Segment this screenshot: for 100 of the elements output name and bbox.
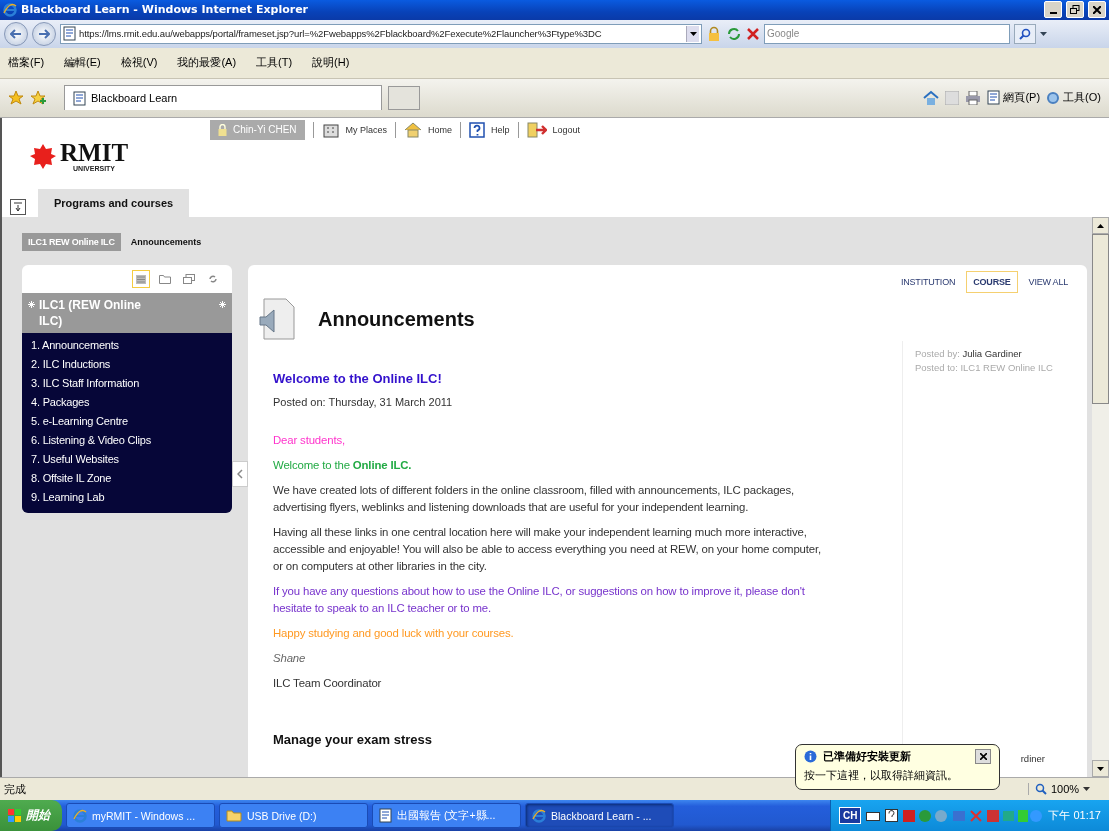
posted-by: rdiner	[1020, 753, 1045, 765]
menu-item[interactable]: 工具(T)	[256, 55, 293, 71]
home-icon[interactable]	[923, 89, 940, 106]
help-icon	[469, 121, 486, 138]
menu-item[interactable]: 我的最愛(A)	[177, 55, 237, 71]
back-arrow-icon	[10, 28, 22, 39]
minimize-icon	[1049, 11, 1057, 14]
post-paragraph: ILC Team Coordinator	[273, 676, 383, 692]
signature: Shane	[273, 651, 307, 667]
post-title[interactable]: Manage your exam stress	[273, 732, 882, 748]
post-paragraph: Welcome to the Online ILC.	[273, 458, 413, 474]
caret-icon	[1083, 787, 1091, 792]
collapse-handle[interactable]	[232, 461, 248, 488]
page-icon	[73, 90, 86, 106]
lock-icon	[706, 25, 722, 42]
nav-link[interactable]: Help	[460, 121, 510, 138]
course-menu-item[interactable]: 9. Learning Lab	[22, 488, 232, 508]
nav-link[interactable]: Logout	[517, 121, 581, 138]
clock: 下午 01:17	[1048, 808, 1101, 823]
taskbar-button[interactable]: myRMIT - Windows ...	[66, 803, 215, 828]
search-button[interactable]	[1014, 23, 1036, 44]
menu-item[interactable]: 檢視(V)	[120, 55, 158, 71]
zoom-control[interactable]: 100%	[1028, 783, 1105, 796]
refresh-icon[interactable]	[726, 25, 742, 42]
course-menu-item[interactable]: 2. ILC Inductions	[22, 355, 232, 375]
restore-icon	[1070, 5, 1080, 15]
back-button[interactable]	[4, 21, 28, 46]
nav-link[interactable]: My Places	[312, 121, 388, 138]
asterisk-icon[interactable]	[219, 301, 226, 309]
browser-icon	[532, 808, 546, 823]
post-date: Posted on: Thursday, 31 March 2011	[273, 396, 454, 409]
posted-to: Posted to: ILC1 REW Online ILC	[915, 361, 1054, 376]
scroll-up-icon[interactable]	[1097, 223, 1104, 228]
forward-arrow-icon	[38, 28, 50, 39]
course-menu-item[interactable]: 5. e-Learning Centre	[22, 412, 232, 432]
asterisk-icon[interactable]	[28, 301, 35, 309]
menu-item[interactable]: 說明(H)	[312, 55, 350, 71]
zoom-icon	[1035, 783, 1047, 796]
add-favorite-icon[interactable]	[30, 89, 46, 106]
forward-button[interactable]	[32, 21, 56, 46]
balloon-text[interactable]: 按一下這裡，以取得詳細資訊。	[804, 768, 991, 783]
browser-icon	[73, 808, 87, 823]
post-paragraph: Happy studying and good luck with your courses.	[273, 626, 515, 642]
house-icon	[404, 121, 423, 138]
scroll-down-icon[interactable]	[1097, 766, 1104, 771]
page-menu[interactable]: 網頁(P)	[987, 90, 1041, 106]
browser-tab[interactable]: Blackboard Learn	[64, 85, 382, 111]
tools-menu[interactable]: 工具(O)	[1046, 90, 1101, 106]
logo-text: RMIT	[60, 139, 129, 165]
course-menu-item[interactable]: 4. Packages	[22, 393, 232, 413]
restore-button[interactable]	[1066, 1, 1084, 19]
help-icon[interactable]	[885, 809, 899, 822]
door-arrow-icon	[526, 121, 547, 138]
posted-by: Posted by: Julia Gardiner	[915, 347, 1023, 362]
printer-icon[interactable]	[965, 90, 982, 105]
course-menu-item[interactable]: 7. Useful Websites	[22, 450, 232, 470]
keyboard-icon[interactable]	[866, 809, 881, 822]
page-icon	[63, 26, 76, 42]
course-menu-item[interactable]: 1. Announcements	[22, 336, 232, 356]
scrollbar[interactable]	[1092, 217, 1109, 778]
breadcrumb-current: Announcements	[130, 237, 202, 248]
taskbar-button[interactable]: USB Drive (D:)	[219, 803, 368, 828]
post-paragraph: If you have any questions about how to use the Online ILC, or suggestions on how to improve it, please don't hesitate to speak to an ILC teacher or to me.	[273, 584, 806, 617]
taskbar-button[interactable]: 出國報告 (文字+縣...	[372, 803, 521, 828]
post-title[interactable]: Welcome to the Online ILC!	[273, 371, 882, 387]
search-icon	[1019, 27, 1031, 40]
gear-icon	[1046, 90, 1061, 105]
close-icon	[979, 753, 987, 760]
course-menu-item[interactable]: 6. Listening & Video Clips	[22, 431, 232, 451]
dropdown-icon[interactable]	[686, 25, 699, 42]
course-menu-item[interactable]: 3. ILC Staff Information	[22, 374, 232, 394]
window-title: Blackboard Learn - Windows Internet Explorer	[21, 3, 310, 17]
info-icon	[804, 750, 817, 763]
nav-link[interactable]: Home	[395, 121, 453, 138]
post-paragraph: Dear students,	[273, 433, 346, 449]
close-button[interactable]	[975, 749, 991, 764]
close-icon	[1093, 5, 1101, 14]
course-menu-item[interactable]: 8. Offsite IL Zone	[22, 469, 232, 489]
menu-item[interactable]: 檔案(F)	[8, 55, 45, 71]
view-list-icon[interactable]	[132, 270, 150, 289]
taskbar-button[interactable]: Blackboard Learn - ...	[525, 803, 674, 828]
post-paragraph: We have created lots of different folders in the online classroom, filled with announcements, ILC packages, advertising flyers, weblinks and listening downloads that are useful for your independent learning.	[273, 483, 796, 516]
expand-icon	[13, 202, 23, 213]
star-icon[interactable]	[8, 89, 24, 106]
menu-item[interactable]: 編輯(E)	[64, 55, 101, 71]
minimize-button[interactable]	[1044, 1, 1062, 19]
dropdown-icon[interactable]	[1040, 31, 1047, 36]
search-field[interactable]: Google	[764, 23, 1010, 44]
scope-tab[interactable]: INSTITUTION	[893, 271, 963, 294]
expand-button[interactable]	[10, 199, 26, 216]
scope-tab[interactable]: COURSE	[966, 271, 1018, 294]
stop-icon[interactable]	[746, 26, 760, 41]
tab[interactable]: Programs and courses	[38, 189, 190, 218]
page-icon	[987, 90, 1001, 106]
address-field[interactable]: https://lms.rmit.edu.au/webapps/portal/frameset.jsp?url=%2Fwebapps%2Fblackboard%2Fexecute%2Flauncher%3Ftype%3DC	[60, 23, 702, 44]
scope-tab[interactable]: VIEW ALL	[1021, 271, 1075, 294]
page-heading: Announcements	[318, 307, 475, 331]
folder-icon	[226, 809, 242, 822]
new-tab-button[interactable]	[388, 85, 420, 110]
language-indicator[interactable]: CH	[838, 807, 862, 824]
